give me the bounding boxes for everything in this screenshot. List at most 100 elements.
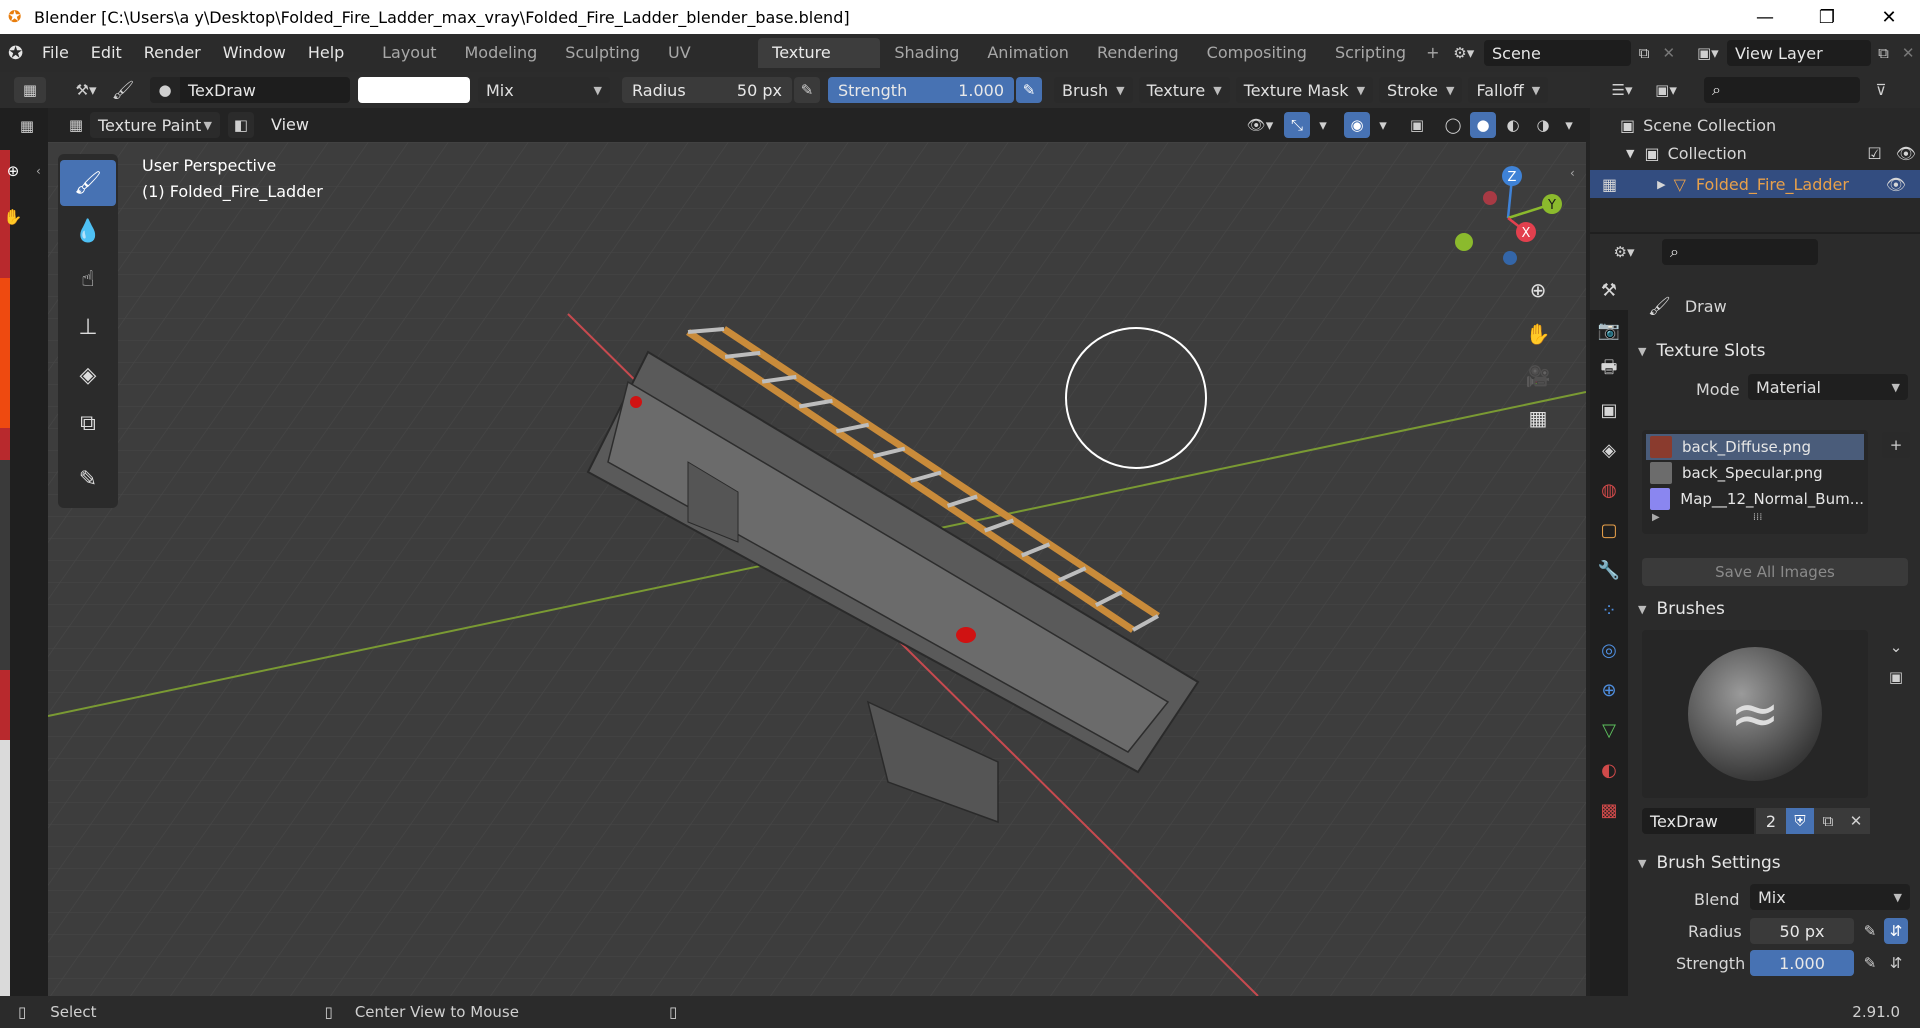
- sidebar-toggle-icon[interactable]: ‹: [1570, 166, 1575, 180]
- save-all-images-button[interactable]: Save All Images: [1642, 558, 1908, 586]
- minimize-icon[interactable]: —: [1734, 0, 1796, 34]
- brush-datablock-name[interactable]: TexDraw: [1642, 808, 1754, 834]
- collection-visibility-icon[interactable]: 👁: [1896, 144, 1916, 163]
- collection-checkbox-icon[interactable]: ☑: [1867, 144, 1881, 163]
- delete-scene-icon[interactable]: ✕: [1657, 44, 1681, 62]
- editor-type-icon[interactable]: ▦: [14, 77, 46, 103]
- mode-dropdown[interactable]: Texture Paint ▼: [90, 112, 220, 138]
- filter-icon[interactable]: ⊽: [1866, 81, 1896, 99]
- modifier-tab-icon[interactable]: 🔧: [1590, 550, 1628, 590]
- zoom-small-icon[interactable]: ⊕: [2, 160, 24, 182]
- menu-help[interactable]: Help: [297, 38, 355, 68]
- texture-slots-header[interactable]: ▼ Texture Slots: [1638, 336, 1766, 366]
- data-tab-icon[interactable]: ▽: [1590, 710, 1628, 750]
- visibility-icon[interactable]: 👁▾: [1240, 112, 1280, 138]
- menu-window[interactable]: Window: [212, 38, 297, 68]
- menu-render[interactable]: Render: [133, 38, 212, 68]
- xray-icon[interactable]: ▣: [1404, 112, 1430, 138]
- texture-menu[interactable]: Texture ▼: [1138, 77, 1230, 103]
- restore-icon[interactable]: ❐: [1796, 0, 1858, 34]
- constraints-tab-icon[interactable]: ⊕: [1590, 670, 1628, 710]
- strength-pressure-icon[interactable]: ✎: [1016, 77, 1042, 103]
- draw-tool-icon[interactable]: 🖌: [60, 160, 116, 206]
- soften-tool-icon[interactable]: 💧: [60, 208, 116, 254]
- brush-image-icon[interactable]: ▣: [1882, 664, 1910, 690]
- brush-list-dropdown-icon[interactable]: ⌄: [1882, 634, 1910, 660]
- tool-tab-icon[interactable]: ⚒: [1590, 270, 1628, 310]
- brush-name-field[interactable]: TexDraw: [180, 77, 350, 103]
- tab-sculpting[interactable]: Sculpting: [551, 38, 654, 68]
- brush-radius-field[interactable]: 50 px: [1750, 918, 1854, 944]
- view-layer-selector[interactable]: View Layer: [1726, 40, 1871, 66]
- material-tab-icon[interactable]: ◐: [1590, 750, 1628, 790]
- add-workspace-button[interactable]: +: [1420, 38, 1445, 68]
- brush-preview[interactable]: ≈: [1642, 630, 1868, 798]
- outliner-display-icon[interactable]: ▣▾: [1644, 81, 1688, 99]
- new-scene-icon[interactable]: ⧉: [1631, 44, 1657, 62]
- tab-rendering[interactable]: Rendering: [1083, 38, 1193, 68]
- outliner-editor-icon[interactable]: ☰▾: [1600, 81, 1644, 99]
- scene-tab-icon[interactable]: ◈: [1590, 430, 1628, 470]
- list-expand-icon[interactable]: ▶ ⁞⁞⁞: [1652, 512, 1864, 523]
- strength-unit-icon[interactable]: ⇵: [1884, 950, 1908, 976]
- shading-wireframe-icon[interactable]: ◯: [1440, 112, 1466, 138]
- radius-pressure-icon[interactable]: ✎: [794, 77, 820, 103]
- expand-collection-icon[interactable]: ▼: [1626, 147, 1634, 160]
- strength-pressure-toggle-icon[interactable]: ✎: [1858, 950, 1882, 976]
- world-tab-icon[interactable]: ◍: [1590, 470, 1628, 510]
- texture-slot-item[interactable]: back_Diffuse.png: [1646, 434, 1864, 460]
- brush-icon[interactable]: 🖌: [108, 80, 138, 101]
- texture-slot-item[interactable]: back_Specular.png: [1646, 460, 1864, 486]
- clone-tool-icon[interactable]: ⊥: [60, 304, 116, 350]
- editor-type-small-icon[interactable]: ▦: [14, 114, 40, 138]
- hand-small-icon[interactable]: ✋: [2, 206, 24, 228]
- tab-modeling[interactable]: Modeling: [451, 38, 552, 68]
- brush-color-swatch[interactable]: [358, 77, 470, 103]
- perspective-grid-icon[interactable]: ▦: [1520, 400, 1556, 436]
- brushes-header[interactable]: ▼ Brushes: [1638, 594, 1725, 624]
- properties-search-input[interactable]: ⌕: [1662, 239, 1818, 265]
- texture-slot-item[interactable]: Map__12_Normal_Bum...: [1646, 486, 1864, 512]
- menu-file[interactable]: File: [31, 38, 80, 68]
- view-layer-icon[interactable]: ▣▾: [1689, 44, 1727, 62]
- shading-dropdown-icon[interactable]: ▾: [1560, 116, 1578, 134]
- menu-edit[interactable]: Edit: [80, 38, 133, 68]
- shading-solid-icon[interactable]: ●: [1470, 112, 1496, 138]
- shading-material-icon[interactable]: ◐: [1500, 112, 1526, 138]
- tab-shading[interactable]: Shading: [880, 38, 973, 68]
- brush-users-count[interactable]: 2: [1756, 808, 1786, 834]
- object-row[interactable]: ▦ ▶ ▽ Folded_Fire_Ladder 👁: [1590, 170, 1920, 198]
- brush-browse-icon[interactable]: ●: [150, 77, 180, 103]
- brush-menu[interactable]: Brush ▼: [1054, 77, 1133, 103]
- tab-compositing[interactable]: Compositing: [1193, 38, 1321, 68]
- falloff-menu[interactable]: Falloff ▼: [1468, 77, 1549, 103]
- radius-pressure-toggle-icon[interactable]: ✎: [1858, 918, 1882, 944]
- outliner-search-input[interactable]: ⌕: [1704, 77, 1860, 103]
- view-menu[interactable]: View: [260, 110, 320, 140]
- collection-row[interactable]: ▼ ▣ Collection ☑ 👁: [1626, 144, 1916, 163]
- annotate-tool-icon[interactable]: ✎: [60, 456, 116, 502]
- add-texture-slot-icon[interactable]: +: [1882, 432, 1910, 458]
- texture-mask-menu[interactable]: Texture Mask ▼: [1235, 77, 1374, 103]
- unlink-brush-icon[interactable]: ✕: [1842, 808, 1870, 834]
- tab-scripting[interactable]: Scripting: [1321, 38, 1420, 68]
- scene-icon[interactable]: ⚙▾: [1446, 44, 1483, 62]
- gizmo-dropdown-icon[interactable]: ▾: [1314, 116, 1332, 134]
- tool-settings-icon[interactable]: ⚒▾: [64, 81, 108, 99]
- 3d-viewport[interactable]: User Perspective (1) Folded_Fire_Ladder …: [48, 142, 1586, 996]
- tab-layout[interactable]: Layout: [368, 38, 450, 68]
- tab-uv-editing[interactable]: UV Editing: [654, 38, 758, 92]
- brush-settings-header[interactable]: ▼ Brush Settings: [1638, 848, 1781, 878]
- gizmo-icon[interactable]: ⤡: [1284, 112, 1310, 138]
- mask-tool-icon[interactable]: ⧉: [60, 400, 116, 446]
- delete-view-layer-icon[interactable]: ✕: [1896, 44, 1920, 62]
- fill-tool-icon[interactable]: ◈: [60, 352, 116, 398]
- strength-slider[interactable]: Strength 1.000: [828, 77, 1014, 103]
- new-view-layer-icon[interactable]: ⧉: [1871, 44, 1897, 62]
- overlay-dropdown-icon[interactable]: ▾: [1374, 116, 1392, 134]
- scene-selector[interactable]: Scene: [1484, 40, 1632, 66]
- view-layer-tab-icon[interactable]: ▣: [1590, 390, 1628, 430]
- pan-hand-icon[interactable]: ✋: [1520, 316, 1556, 352]
- fake-user-shield-icon[interactable]: ⛨: [1786, 808, 1814, 834]
- stroke-menu[interactable]: Stroke ▼: [1379, 77, 1463, 103]
